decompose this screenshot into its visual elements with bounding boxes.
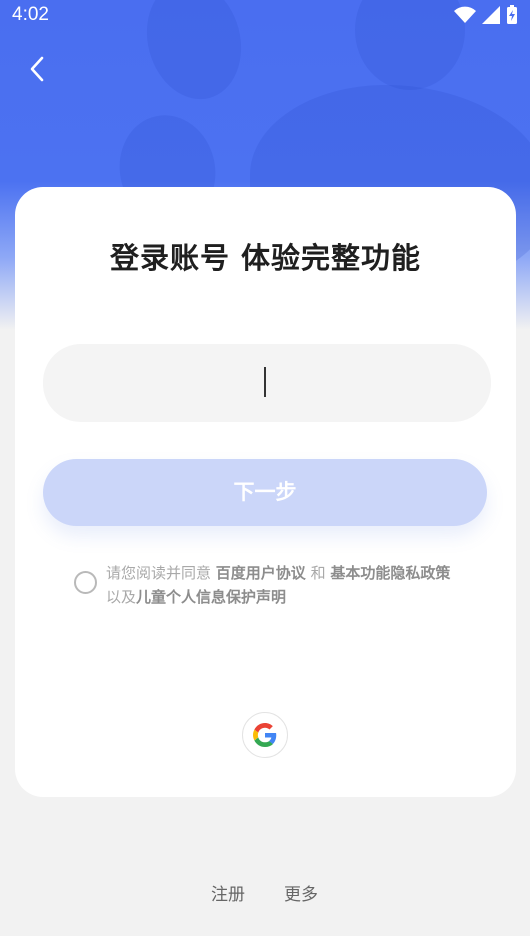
agreement-prefix: 请您阅读并同意 [106, 564, 216, 582]
register-link[interactable]: 注册 [211, 880, 245, 905]
signal-icon [482, 6, 500, 24]
agree-radio-icon[interactable] [74, 571, 97, 594]
agreement-section: 请您阅读并同意 百度用户协议 和 基本功能隐私政策 以及儿童个人信息保护声明 [74, 561, 464, 609]
login-card: 登录账号 体验完整功能 下一步 请您阅读并同意 百度用户协议 和 基本功能隐私政… [15, 187, 516, 797]
children-privacy-link[interactable]: 儿童个人信息保护声明 [136, 588, 286, 606]
agreement-text: 请您阅读并同意 百度用户协议 和 基本功能隐私政策 以及儿童个人信息保护声明 [106, 561, 464, 609]
wifi-icon [454, 6, 476, 23]
account-input[interactable] [43, 344, 491, 422]
google-icon [253, 723, 277, 747]
google-login-button[interactable] [242, 712, 288, 758]
text-caret [264, 367, 266, 397]
status-icons [454, 5, 518, 25]
status-bar: 4:02 [0, 0, 530, 30]
next-button[interactable]: 下一步 [43, 459, 487, 526]
page-title: 登录账号 体验完整功能 [109, 241, 422, 275]
back-button[interactable] [22, 52, 56, 86]
back-icon [30, 56, 44, 82]
privacy-policy-link[interactable]: 基本功能隐私政策 [330, 564, 450, 582]
user-agreement-link[interactable]: 百度用户协议 [216, 564, 306, 582]
status-time: 4:02 [12, 4, 49, 25]
more-link[interactable]: 更多 [284, 880, 318, 905]
agreement-and2: 以及 [106, 588, 137, 606]
agreement-and: 和 [305, 564, 331, 582]
battery-icon [507, 5, 517, 24]
